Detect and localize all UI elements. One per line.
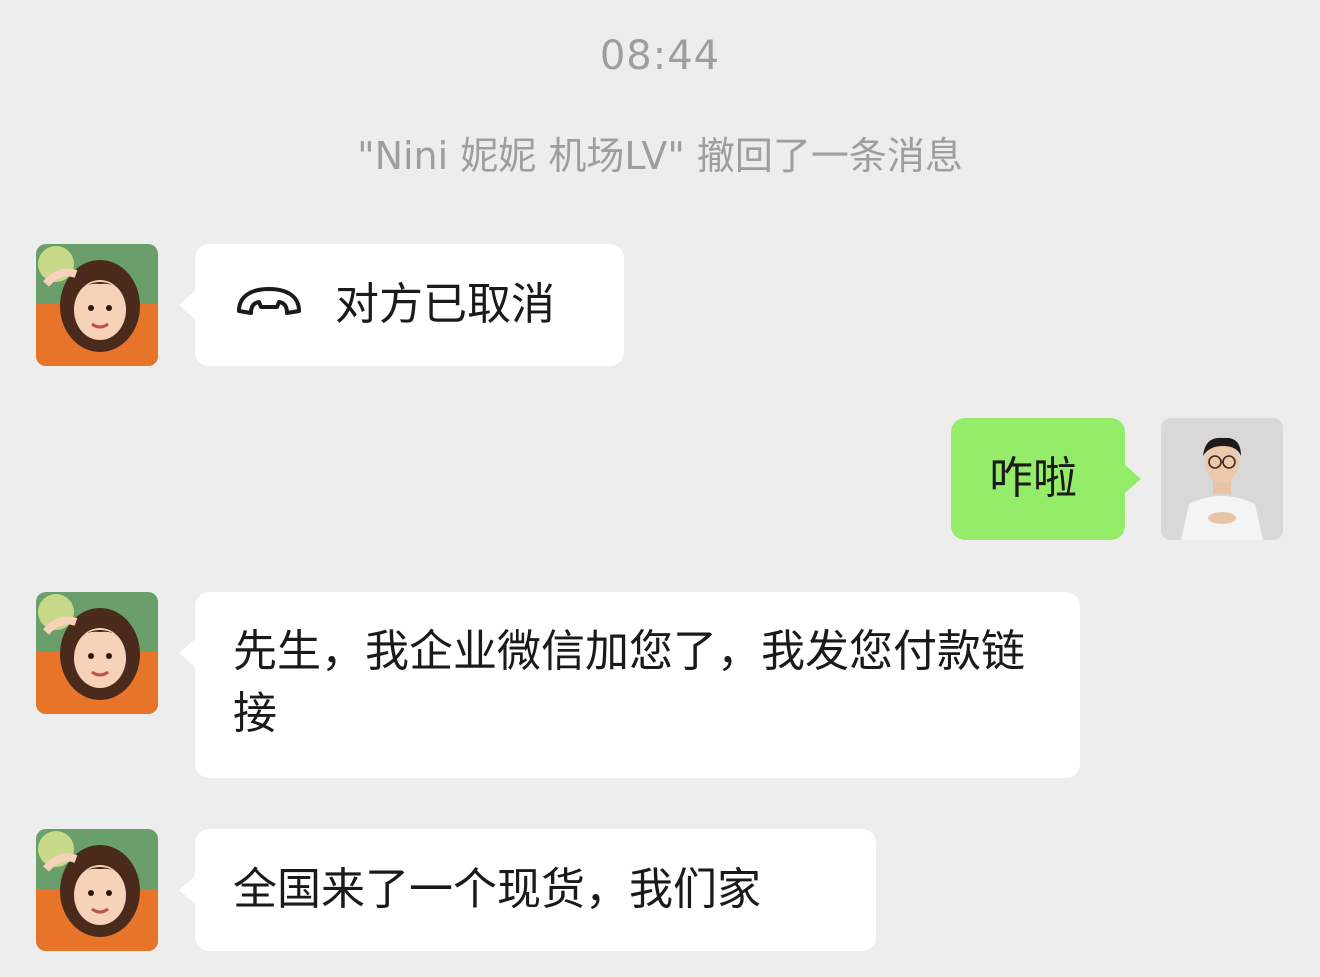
message-bubble-outgoing[interactable]: 咋啦 <box>951 418 1141 540</box>
chat-timestamp: 08:44 <box>599 33 721 79</box>
phone-hangup-icon <box>233 274 305 336</box>
message-text: 先生，我企业微信加您了，我发您付款链接 <box>233 626 1025 739</box>
message-bubble-incoming[interactable]: 先生，我企业微信加您了，我发您付款链接 <box>179 592 1080 778</box>
message-bubble-incoming[interactable]: 全国来了一个现货，我们家 <box>179 829 876 951</box>
contact-avatar[interactable] <box>36 592 158 714</box>
message-bubble-call[interactable]: 对方已取消 <box>179 244 624 366</box>
message-text: 咋啦 <box>989 453 1077 504</box>
bubble-tail <box>1125 465 1141 493</box>
bubble-tail <box>179 291 195 319</box>
bubble-tail <box>179 876 195 904</box>
bubble-tail <box>179 639 195 667</box>
message-text: 全国来了一个现货，我们家 <box>233 864 761 915</box>
contact-avatar[interactable] <box>36 244 158 366</box>
contact-avatar[interactable] <box>36 829 158 951</box>
my-avatar[interactable] <box>1161 418 1283 540</box>
message-text: 对方已取消 <box>335 279 555 330</box>
recall-notice: "Nini 妮妮 机场LV" 撤回了一条消息 <box>357 134 963 178</box>
